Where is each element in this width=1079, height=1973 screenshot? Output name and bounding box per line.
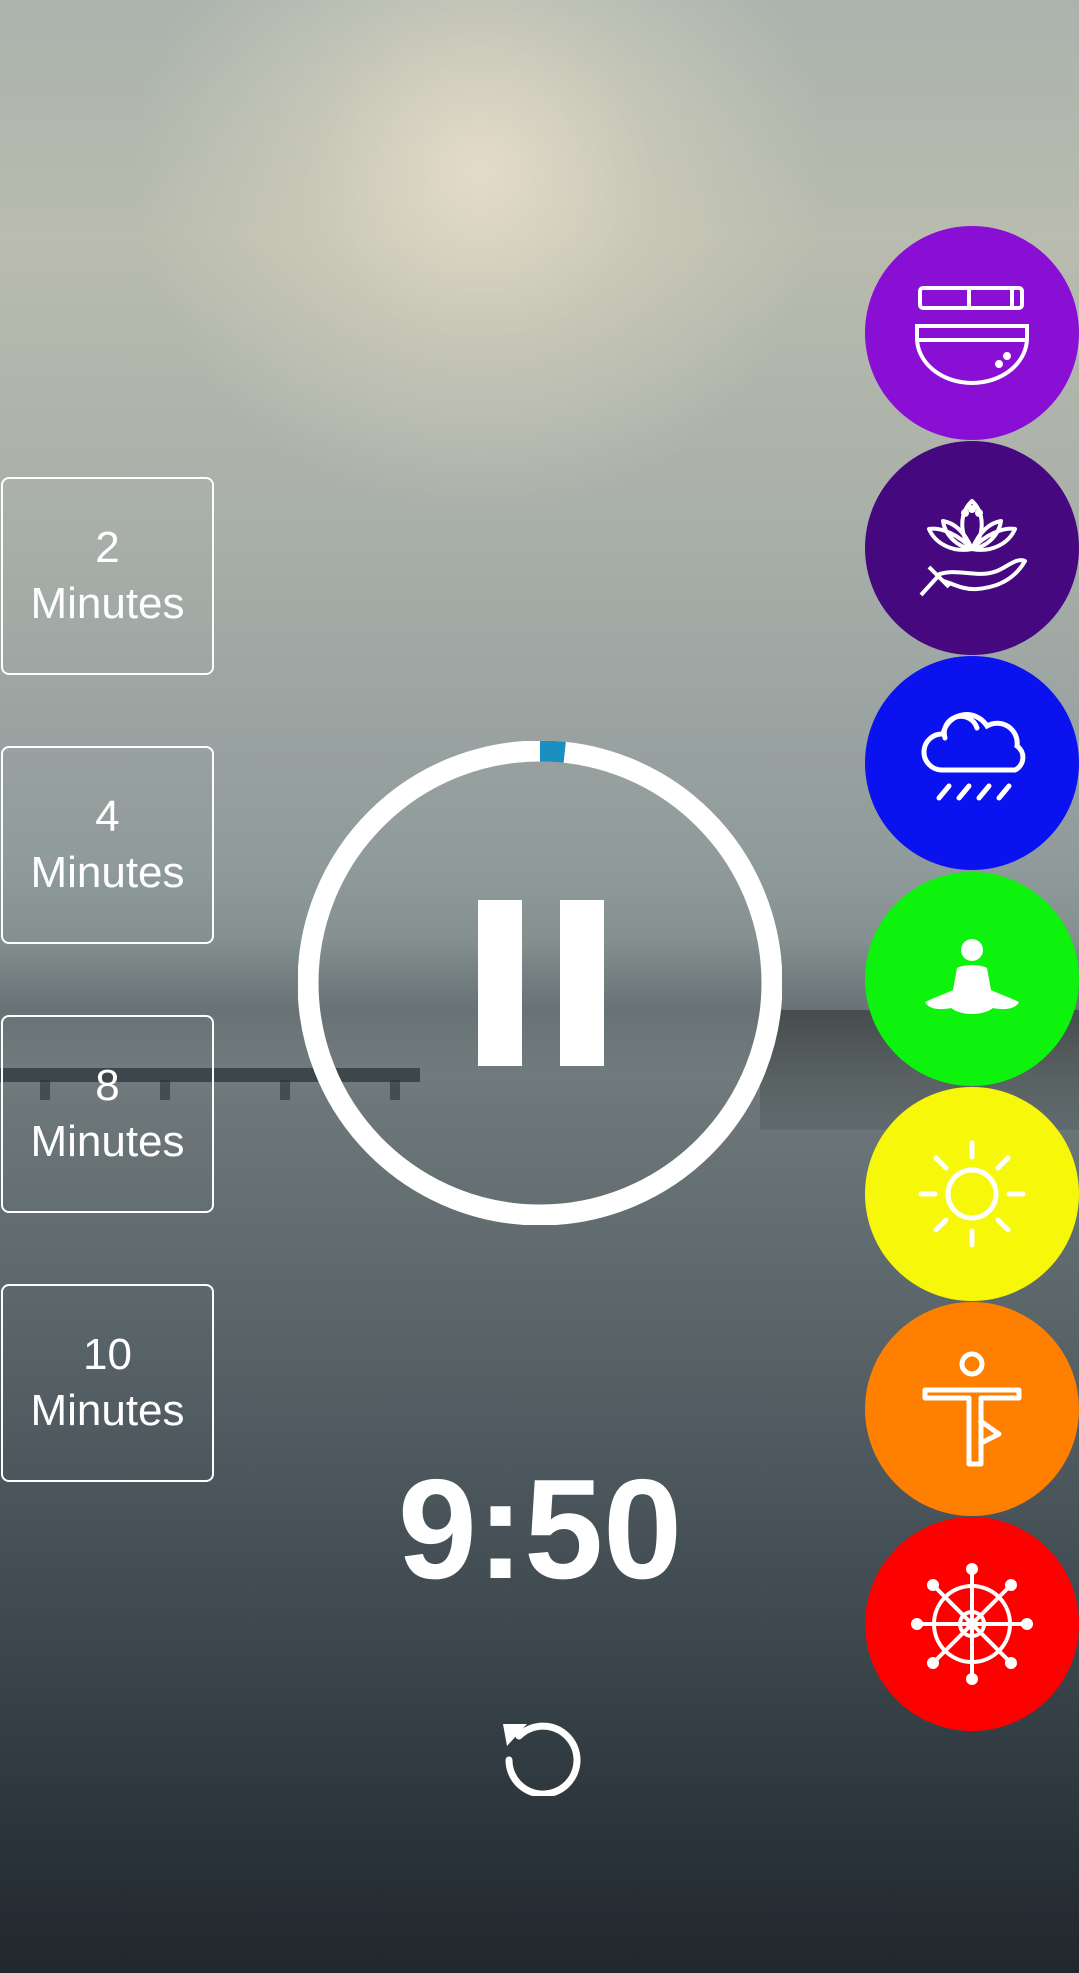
duration-number: 8 [95,1061,120,1110]
sound-lotus-button[interactable] [865,441,1079,655]
duration-number: 2 [95,523,120,572]
yoga-pose-icon [922,1351,1022,1467]
time-remaining: 9:50 [397,1450,683,1609]
duration-unit: Minutes [30,1117,185,1166]
sound-yoga-button[interactable] [865,1302,1079,1516]
duration-unit: Minutes [30,1386,185,1435]
duration-4-minutes-button[interactable]: 4 Minutes [1,746,214,944]
singing-bowl-icon [915,286,1029,385]
sound-rain-button[interactable] [865,656,1079,870]
duration-number: 4 [95,792,120,841]
dharma-wheel-icon [911,1563,1033,1685]
pause-icon [478,900,522,1066]
pause-button[interactable] [478,900,604,1066]
rain-cloud-icon [921,712,1026,801]
duration-unit: Minutes [30,579,185,628]
timer-ring-progress [539,741,566,763]
pause-icon-bar [560,900,604,1066]
sun-icon [918,1140,1026,1248]
sound-dharma-wheel-button[interactable] [865,1517,1079,1731]
duration-10-minutes-button[interactable]: 10 Minutes [1,1284,214,1482]
background-pier-post [280,1080,290,1100]
duration-unit: Minutes [30,848,185,897]
sound-meditation-button[interactable] [865,872,1079,1086]
duration-number: 10 [83,1330,132,1379]
reset-icon [503,1722,581,1798]
sound-sun-button[interactable] [865,1087,1079,1301]
background-glow [130,0,830,520]
duration-8-minutes-button[interactable]: 8 Minutes [1,1015,214,1213]
sound-singing-bowl-button[interactable] [865,226,1079,440]
reset-button[interactable] [497,1710,583,1798]
lotus-hand-icon [919,499,1027,597]
duration-2-minutes-button[interactable]: 2 Minutes [1,477,214,675]
meditation-pose-icon [925,939,1019,1014]
